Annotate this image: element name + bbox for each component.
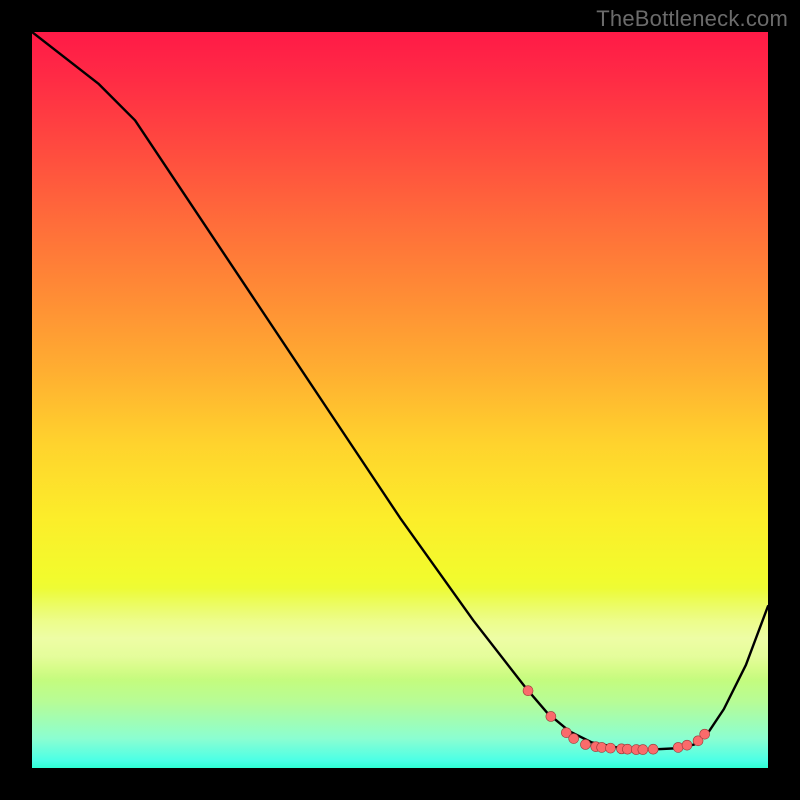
marker-dot — [597, 742, 607, 752]
marker-dot — [569, 734, 579, 744]
marker-dot — [638, 745, 648, 755]
marker-group — [523, 686, 710, 755]
curve-layer — [32, 32, 768, 768]
marker-dot — [673, 742, 683, 752]
marker-dot — [622, 744, 632, 754]
marker-dot — [523, 686, 533, 696]
marker-dot — [546, 711, 556, 721]
marker-dot — [580, 739, 590, 749]
marker-dot — [606, 743, 616, 753]
marker-dot — [648, 744, 658, 754]
chart-container: { "watermark": "TheBottleneck.com", "col… — [0, 0, 800, 800]
marker-dot — [682, 740, 692, 750]
watermark-text: TheBottleneck.com — [596, 6, 788, 32]
curve-path — [32, 32, 768, 750]
marker-dot — [700, 729, 710, 739]
